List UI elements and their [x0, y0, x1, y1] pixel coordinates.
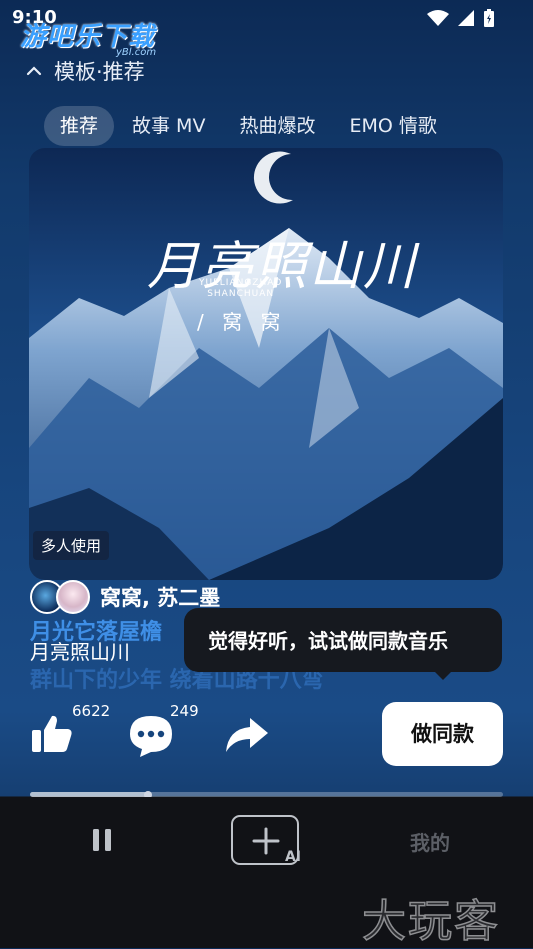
template-header[interactable]: 模板·推荐	[24, 56, 145, 86]
tab-hit-remix[interactable]: 热曲爆改	[223, 106, 331, 146]
make-same-button[interactable]: 做同款	[382, 702, 503, 766]
avatar[interactable]	[56, 580, 90, 614]
category-tabs: 推荐 故事 MV 热曲爆改 EMO 情歌	[44, 106, 455, 146]
like-count: 6622	[72, 702, 111, 720]
tooltip-text: 觉得好听，试试做同款音乐	[208, 629, 448, 653]
share-icon[interactable]	[224, 716, 270, 754]
make-same-tooltip: 觉得好听，试试做同款音乐	[184, 608, 502, 680]
usage-badge: 多人使用	[33, 531, 110, 560]
status-icons	[427, 8, 495, 28]
nav-mine[interactable]: 我的	[410, 827, 450, 856]
tooltip-arrow	[434, 671, 452, 680]
ai-create-button[interactable]: AI	[231, 815, 301, 865]
pause-icon[interactable]	[90, 827, 114, 853]
status-bar: 9:10 游吧乐下载 yBl.com	[0, 0, 533, 58]
chevron-up-icon[interactable]	[24, 61, 44, 81]
like-icon[interactable]	[30, 712, 74, 756]
cover-pinyin-line2: SHANCHUAN	[207, 289, 275, 299]
cover-pinyin: YUELIANGZHAO SHANCHUAN	[199, 278, 282, 300]
watermark-bottom: 大玩客	[361, 895, 500, 948]
comment-icon[interactable]	[128, 714, 174, 758]
battery-icon	[484, 9, 494, 27]
bottom-nav: AI 我的 大玩客	[0, 797, 533, 948]
comment-count: 249	[170, 702, 199, 720]
header-title: 模板·推荐	[54, 60, 145, 84]
ai-label: AI	[284, 849, 301, 865]
tab-emo-love-songs[interactable]: EMO 情歌	[333, 106, 452, 146]
tab-recommend[interactable]: 推荐	[44, 106, 115, 146]
signal-icon	[458, 10, 474, 26]
cover-pinyin-line1: YUELIANGZHAO	[199, 278, 283, 288]
cover-artwork	[29, 148, 503, 580]
wifi-icon	[427, 10, 449, 26]
cover-artist: / 窝 窝	[197, 310, 287, 334]
album-cover[interactable]: 月亮照山川 YUELIANGZHAO SHANCHUAN / 窝 窝 多人使用	[29, 148, 503, 580]
tab-story-mv[interactable]: 故事 MV	[116, 106, 221, 146]
song-title: 月亮照山川	[30, 640, 130, 664]
